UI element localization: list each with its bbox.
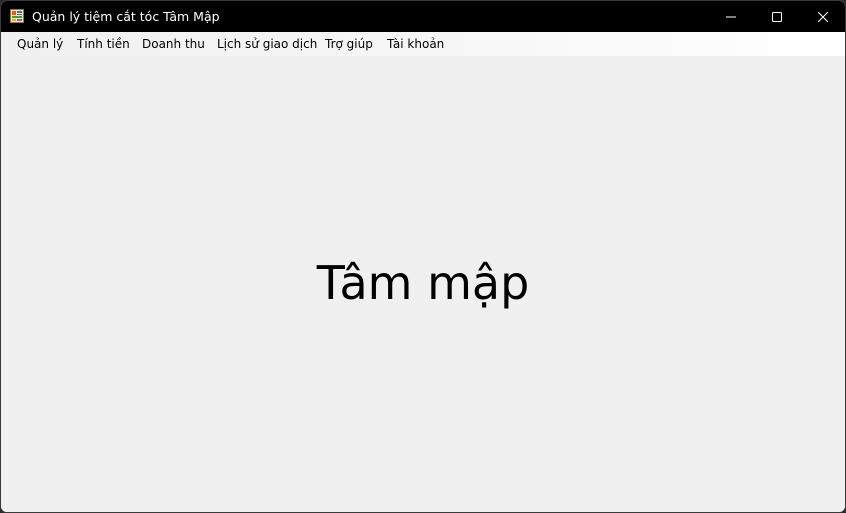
form-app-icon: [10, 9, 24, 23]
maximize-button[interactable]: [754, 1, 800, 32]
app-window: Quản lý tiệm cắt tóc Tâm Mập Quản lý Tín…: [0, 0, 846, 513]
title-bar[interactable]: Quản lý tiệm cắt tóc Tâm Mập: [1, 1, 845, 32]
menu-bar: Quản lý Tính tiền Doanh thu Lịch sử giao…: [1, 32, 845, 56]
main-content-area: Tâm mập: [1, 56, 845, 512]
minimize-icon: [726, 16, 736, 17]
menu-item-lich-su-giao-dich[interactable]: Lịch sử giao dịch: [217, 32, 317, 56]
menu-item-doanh-thu[interactable]: Doanh thu: [142, 32, 205, 56]
shop-name-label: Tâm mập: [316, 256, 530, 310]
maximize-icon: [772, 11, 782, 22]
close-icon: [818, 11, 828, 22]
close-button[interactable]: [800, 1, 845, 32]
menu-item-tai-khoan[interactable]: Tài khoản: [387, 32, 444, 56]
menu-item-quan-ly[interactable]: Quản lý: [17, 32, 63, 56]
window-title: Quản lý tiệm cắt tóc Tâm Mập: [32, 9, 220, 24]
minimize-button[interactable]: [708, 1, 754, 32]
menu-item-tro-giup[interactable]: Trợ giúp: [325, 32, 373, 56]
menu-item-tinh-tien[interactable]: Tính tiền: [77, 32, 130, 56]
